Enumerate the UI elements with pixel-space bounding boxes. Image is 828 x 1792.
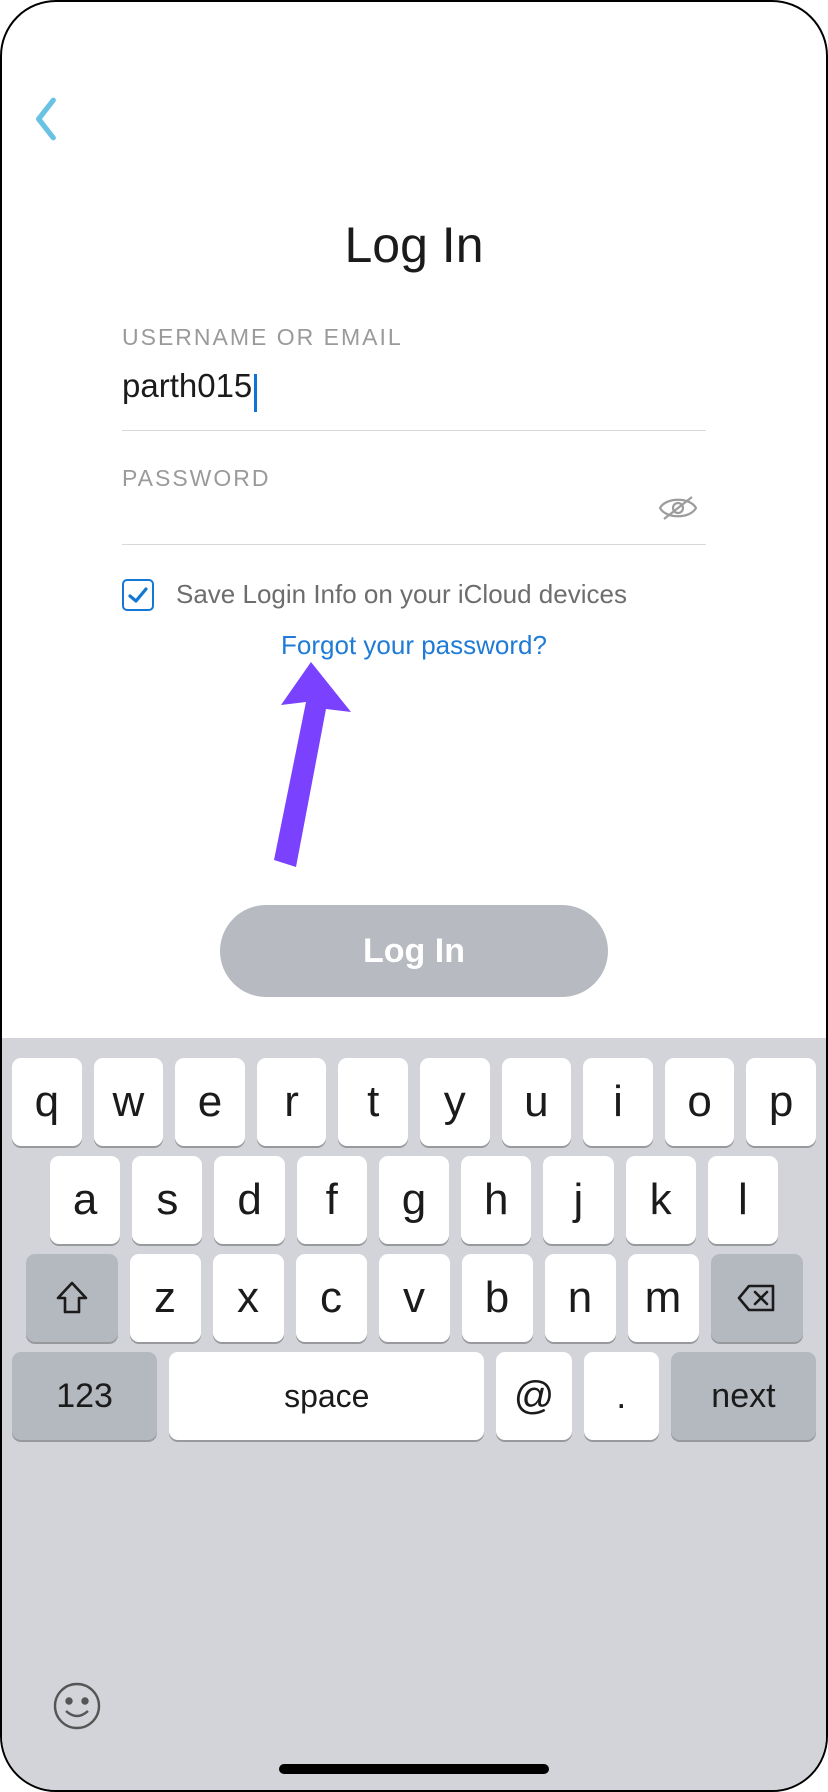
login-form: USERNAME OR EMAIL parth015 PASSWORD Save… — [122, 324, 706, 611]
key-r[interactable]: r — [257, 1058, 327, 1146]
emoji-key-icon[interactable] — [52, 1681, 102, 1736]
dot-key-label: . — [616, 1375, 626, 1417]
key-s[interactable]: s — [132, 1156, 202, 1244]
username-input[interactable]: parth015 — [122, 367, 706, 431]
backspace-key[interactable] — [711, 1254, 803, 1342]
save-login-checkbox[interactable] — [122, 579, 154, 611]
keyboard: qwertyuiop asdfghjkl zxcvbnm 123 space @… — [2, 1038, 826, 1790]
key-h[interactable]: h — [461, 1156, 531, 1244]
login-button-label: Log In — [363, 932, 465, 971]
key-q[interactable]: q — [12, 1058, 82, 1146]
key-o[interactable]: o — [665, 1058, 735, 1146]
key-e[interactable]: e — [175, 1058, 245, 1146]
key-a[interactable]: a — [50, 1156, 120, 1244]
key-d[interactable]: d — [214, 1156, 284, 1244]
text-cursor — [254, 374, 257, 412]
back-button[interactable] — [32, 96, 72, 146]
key-j[interactable]: j — [543, 1156, 613, 1244]
key-z[interactable]: z — [130, 1254, 201, 1342]
at-key[interactable]: @ — [496, 1352, 571, 1440]
key-f[interactable]: f — [297, 1156, 367, 1244]
key-b[interactable]: b — [462, 1254, 533, 1342]
key-i[interactable]: i — [583, 1058, 653, 1146]
toggle-password-visibility-icon[interactable] — [658, 493, 698, 528]
login-button[interactable]: Log In — [2, 905, 826, 997]
key-u[interactable]: u — [502, 1058, 572, 1146]
shift-key[interactable] — [26, 1254, 118, 1342]
password-label: PASSWORD — [122, 465, 706, 492]
save-login-label: Save Login Info on your iCloud devices — [176, 579, 627, 610]
at-key-label: @ — [514, 1374, 555, 1419]
dot-key[interactable]: . — [584, 1352, 659, 1440]
password-input[interactable] — [122, 508, 706, 545]
home-indicator[interactable] — [279, 1764, 549, 1774]
key-w[interactable]: w — [94, 1058, 164, 1146]
key-c[interactable]: c — [296, 1254, 367, 1342]
space-key[interactable]: space — [169, 1352, 484, 1440]
page-title: Log In — [2, 216, 826, 274]
annotation-arrow-icon — [256, 642, 376, 882]
username-value: parth015 — [122, 367, 252, 405]
key-g[interactable]: g — [379, 1156, 449, 1244]
numbers-key[interactable]: 123 — [12, 1352, 157, 1440]
key-p[interactable]: p — [746, 1058, 816, 1146]
save-login-row[interactable]: Save Login Info on your iCloud devices — [122, 579, 706, 611]
key-m[interactable]: m — [628, 1254, 699, 1342]
space-key-label: space — [284, 1378, 369, 1415]
forgot-password-link[interactable]: Forgot your password? — [2, 630, 826, 661]
next-key[interactable]: next — [671, 1352, 816, 1440]
key-t[interactable]: t — [338, 1058, 408, 1146]
username-label: USERNAME OR EMAIL — [122, 324, 706, 351]
key-n[interactable]: n — [545, 1254, 616, 1342]
numbers-key-label: 123 — [56, 1377, 113, 1416]
key-y[interactable]: y — [420, 1058, 490, 1146]
key-x[interactable]: x — [213, 1254, 284, 1342]
key-k[interactable]: k — [626, 1156, 696, 1244]
next-key-label: next — [711, 1377, 775, 1416]
key-v[interactable]: v — [379, 1254, 450, 1342]
key-l[interactable]: l — [708, 1156, 778, 1244]
